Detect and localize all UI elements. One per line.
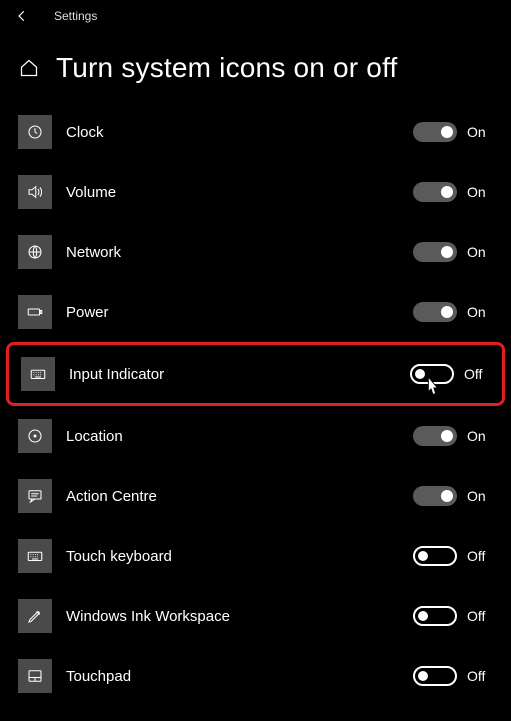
toggle-wrap-volume: On	[413, 182, 493, 202]
setting-row-action-centre: Action Centre On	[0, 466, 511, 526]
page-title: Turn system icons on or off	[56, 52, 398, 84]
toggle-wrap-input-indicator: Off	[410, 364, 490, 384]
target-icon	[18, 419, 52, 453]
setting-label-touch-keyboard: Touch keyboard	[66, 548, 413, 565]
toggle-wrap-windows-ink: Off	[413, 606, 493, 626]
toggle-wrap-clock: On	[413, 122, 493, 142]
keyboard-icon	[21, 357, 55, 391]
toggle-state-label-network: On	[467, 244, 493, 260]
toggle-knob	[441, 430, 453, 442]
setting-label-input-indicator: Input Indicator	[69, 366, 410, 383]
toggle-power[interactable]	[413, 302, 457, 322]
toggle-clock[interactable]	[413, 122, 457, 142]
toggle-knob	[441, 306, 453, 318]
toggle-windows-ink[interactable]	[413, 606, 457, 626]
arrow-left-icon	[15, 9, 29, 23]
setting-label-power: Power	[66, 304, 413, 321]
setting-label-volume: Volume	[66, 184, 413, 201]
toggle-state-label-power: On	[467, 304, 493, 320]
toggle-input-indicator[interactable]	[410, 364, 454, 384]
setting-row-windows-ink: Windows Ink Workspace Off	[0, 586, 511, 646]
message-icon	[18, 479, 52, 513]
settings-list: Clock On Volume On Network On Power On Input Ind…	[0, 102, 511, 706]
toggle-knob	[441, 246, 453, 258]
toggle-location[interactable]	[413, 426, 457, 446]
home-icon[interactable]	[18, 57, 40, 79]
toggle-wrap-power: On	[413, 302, 493, 322]
pen-icon	[18, 599, 52, 633]
setting-label-action-centre: Action Centre	[66, 488, 413, 505]
touchpad-icon	[18, 659, 52, 693]
globe-icon	[18, 235, 52, 269]
toggle-network[interactable]	[413, 242, 457, 262]
back-button[interactable]	[8, 2, 36, 30]
setting-row-volume: Volume On	[0, 162, 511, 222]
toggle-knob	[441, 490, 453, 502]
titlebar: Settings	[0, 0, 511, 32]
toggle-volume[interactable]	[413, 182, 457, 202]
setting-label-clock: Clock	[66, 124, 413, 141]
setting-row-touchpad: Touchpad Off	[0, 646, 511, 706]
toggle-wrap-action-centre: On	[413, 486, 493, 506]
toggle-state-label-windows-ink: Off	[467, 608, 493, 624]
setting-row-location: Location On	[0, 406, 511, 466]
toggle-knob	[441, 126, 453, 138]
page-header: Turn system icons on or off	[0, 32, 511, 102]
toggle-state-label-touchpad: Off	[467, 668, 493, 684]
toggle-action-centre[interactable]	[413, 486, 457, 506]
toggle-wrap-touch-keyboard: Off	[413, 546, 493, 566]
toggle-wrap-location: On	[413, 426, 493, 446]
setting-row-touch-keyboard: Touch keyboard Off	[0, 526, 511, 586]
setting-label-location: Location	[66, 428, 413, 445]
toggle-knob	[418, 551, 428, 561]
toggle-state-label-touch-keyboard: Off	[467, 548, 493, 564]
battery-icon	[18, 295, 52, 329]
volume-icon	[18, 175, 52, 209]
toggle-state-label-volume: On	[467, 184, 493, 200]
keyboard-icon	[18, 539, 52, 573]
setting-row-power: Power On	[0, 282, 511, 342]
setting-label-network: Network	[66, 244, 413, 261]
toggle-touchpad[interactable]	[413, 666, 457, 686]
toggle-touch-keyboard[interactable]	[413, 546, 457, 566]
setting-label-touchpad: Touchpad	[66, 668, 413, 685]
toggle-state-label-clock: On	[467, 124, 493, 140]
toggle-state-label-action-centre: On	[467, 488, 493, 504]
toggle-knob	[415, 369, 425, 379]
toggle-state-label-location: On	[467, 428, 493, 444]
setting-row-input-indicator: Input Indicator Off	[6, 342, 505, 406]
toggle-knob	[441, 186, 453, 198]
toggle-state-label-input-indicator: Off	[464, 366, 490, 382]
toggle-knob	[418, 611, 428, 621]
setting-label-windows-ink: Windows Ink Workspace	[66, 608, 413, 625]
clock-icon	[18, 115, 52, 149]
toggle-wrap-network: On	[413, 242, 493, 262]
toggle-wrap-touchpad: Off	[413, 666, 493, 686]
setting-row-clock: Clock On	[0, 102, 511, 162]
app-title: Settings	[54, 9, 97, 23]
setting-row-network: Network On	[0, 222, 511, 282]
toggle-knob	[418, 671, 428, 681]
